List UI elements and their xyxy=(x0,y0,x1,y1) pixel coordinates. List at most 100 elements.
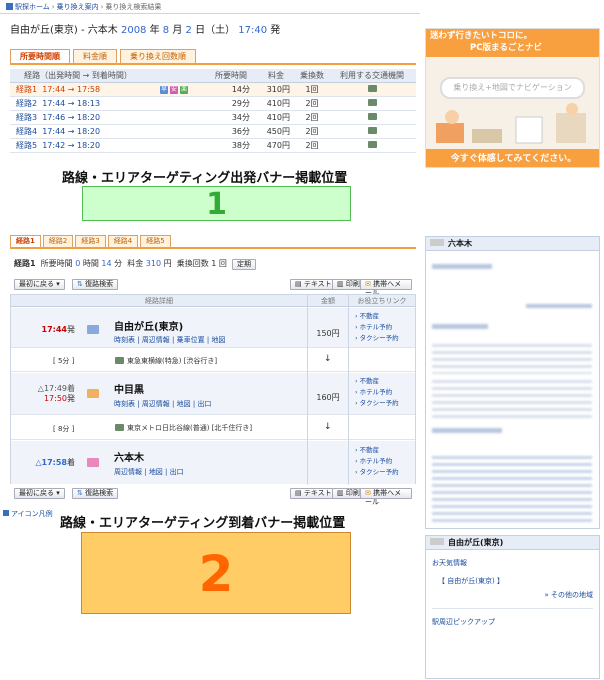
breadcrumb-current: 乗り換え検索結果 xyxy=(105,3,162,11)
tab-route-4[interactable]: 経路4 xyxy=(107,235,139,247)
station-icon xyxy=(430,239,444,246)
ad-bubble: 乗り換え+地図でナビゲーション xyxy=(440,77,585,99)
tab-route-1[interactable]: 経路1 xyxy=(10,235,41,247)
side-panel-origin: 自由が丘(東京) お天気情報 【 自由が丘(東京) 】 » その他の地域 駅周辺… xyxy=(425,535,600,679)
detail-header-fare: 金額 xyxy=(308,295,348,307)
weather-link[interactable]: 【 自由が丘(東京) 】 xyxy=(426,572,599,590)
segment-duration: [ 8分 ] xyxy=(53,425,75,433)
station-row: 17:44発 自由が丘(東京) 時刻表 | 周辺情報 | 乗車位置 | 地図 1… xyxy=(11,308,415,348)
route-tabs: 経路1 経路2 経路3 経路4 経路5 xyxy=(10,235,171,247)
route-badges: 早安楽 xyxy=(146,82,206,97)
station-icon xyxy=(87,389,99,398)
print-icon: ▥ xyxy=(337,489,344,497)
arrow-down-icon: ↓ xyxy=(324,422,332,432)
station-icon xyxy=(87,325,99,334)
station-links: 時刻表 | 周辺情報 | 地図 | 出口 xyxy=(114,400,212,408)
banner2-number: 2 xyxy=(198,545,234,603)
tab-sort-fare[interactable]: 料金順 xyxy=(73,49,117,63)
reverse-icon: ⇅ xyxy=(77,489,83,497)
route-detail: 経路詳細 金額 お役立ちリンク 17:44発 自由が丘(東京) 時刻表 | 周辺… xyxy=(10,294,416,485)
fare-value: 150円 xyxy=(316,329,340,338)
tab-route-2[interactable]: 経路2 xyxy=(42,235,74,247)
station-icon xyxy=(87,458,99,467)
teiki-button[interactable]: 定期 xyxy=(231,259,256,270)
tab-sort-transfers[interactable]: 乗り換え回数順 xyxy=(120,49,196,63)
train-icon xyxy=(367,112,377,120)
route-summary: 経路1 所要時間 0 時間 14 分 料金 310 円 乗換回数 1 回 定期 xyxy=(14,258,256,270)
mobile-mail-button[interactable]: ✉ 携帯へメール xyxy=(360,279,412,297)
segment-row: [ 8分 ] 東京メトロ日比谷線(普通) [北千住行き] ↓ xyxy=(11,416,415,440)
train-icon xyxy=(115,357,124,364)
route-summary-table: 経路（出発時間 → 到着時間） 所要時間 料金 乗換数 利用する交通機関 経路1… xyxy=(10,69,416,153)
breadcrumb-home[interactable]: 駅探ホーム xyxy=(15,3,50,11)
station-time: △17:58着 xyxy=(35,458,75,467)
breadcrumb-transit[interactable]: 乗り換え案内 xyxy=(57,3,99,11)
fare-value: 160円 xyxy=(316,393,340,402)
table-row[interactable]: 経路4 17:44 → 18:20 36分 450円 2回 xyxy=(10,124,416,139)
back-to-start-select[interactable]: 最初に戻る ▾ xyxy=(14,279,65,290)
weather-heading: お天気情報 xyxy=(432,559,467,567)
col-badges xyxy=(146,69,206,83)
train-icon xyxy=(367,98,377,106)
segment-duration: [ 5分 ] xyxy=(53,357,75,365)
col-transport: 利用する交通機関 xyxy=(328,69,416,83)
useful-links: › 不動産 › ホテル予約 › タクシー予約 xyxy=(355,312,399,342)
side-panel-destination: 六本木 xyxy=(425,236,600,529)
side-dest-title: 六本木 xyxy=(426,237,599,251)
mobile-mail-button[interactable]: ✉ 携帯へメール xyxy=(360,488,412,506)
station-name: 六本木 xyxy=(114,453,144,464)
text-icon: ▤ xyxy=(295,489,302,497)
col-transfers: 乗換数 xyxy=(296,69,328,83)
text-icon: ▤ xyxy=(295,280,302,288)
tab-route-3[interactable]: 経路3 xyxy=(75,235,106,247)
tab-route-5[interactable]: 経路5 xyxy=(140,235,171,247)
banner1-number: 1 xyxy=(206,187,227,222)
station-icon xyxy=(430,538,444,545)
departure-banner[interactable]: 1 xyxy=(82,186,351,222)
sort-tabs: 所要時間順 料金順 乗り換え回数順 xyxy=(10,49,196,63)
segment-line: 東京メトロ日比谷線(普通) [北千住行き] xyxy=(127,424,253,432)
col-duration: 所要時間 xyxy=(206,69,256,83)
detail-header-links: お役立ちリンク xyxy=(349,295,415,307)
arrival-banner[interactable]: 2 xyxy=(81,532,351,614)
pickup-heading: 駅周辺ピックアップ xyxy=(432,618,495,626)
train-icon xyxy=(367,140,377,148)
mail-icon: ✉ xyxy=(365,280,371,288)
station-links: 周辺情報 | 地図 | 出口 xyxy=(114,468,184,476)
navi-ad[interactable]: 迷わず行きたいトコロに。 PC版まるごとナビ 乗り換え+地図でナビゲーション 今す… xyxy=(425,28,600,168)
station-time: 17:50発 xyxy=(43,394,75,403)
col-fare: 料金 xyxy=(256,69,296,83)
table-row[interactable]: 経路1 17:44 → 17:58 早安楽 14分 310円 1回 xyxy=(10,82,416,97)
reverse-icon: ⇅ xyxy=(77,280,83,288)
route-title: 自由が丘(東京) - 六本木 2008 年 8 月 2 日（土） 17:40 発 xyxy=(10,25,281,36)
divider xyxy=(0,13,420,14)
side-blurred-content xyxy=(426,252,599,528)
side-origin-title: 自由が丘(東京) xyxy=(426,536,599,550)
reverse-search-button[interactable]: ⇅ 復路検索 xyxy=(72,488,119,499)
detail-header-route: 経路詳細 xyxy=(11,295,307,307)
arrow-down-icon: ↓ xyxy=(324,354,332,364)
tab-underline xyxy=(10,63,416,65)
text-button[interactable]: ▤ テキスト xyxy=(290,488,337,499)
segment-line: 東急東横線(特急) [渋谷行き] xyxy=(127,357,218,365)
reverse-search-button[interactable]: ⇅ 復路検索 xyxy=(72,279,119,290)
tab-sort-time[interactable]: 所要時間順 xyxy=(10,49,70,63)
station-name: 自由が丘(東京) xyxy=(114,322,184,333)
table-row[interactable]: 経路2 17:44 → 18:13 29分 410円 2回 xyxy=(10,96,416,111)
ad-footer: 今すぐ体感してみてください。 xyxy=(426,149,599,167)
cheap-badge: 安 xyxy=(170,86,178,94)
banner1-label: 路線・エリアターゲティング出発バナー掲載位置 xyxy=(62,171,348,186)
train-icon xyxy=(367,126,377,134)
other-area-link[interactable]: » その他の地域 xyxy=(426,590,599,604)
icon-legend-link[interactable]: アイコン凡例 xyxy=(3,509,53,519)
route-toolbar-top: 最初に戻る ▾ ⇅ 復路検索 ▤ テキスト ▥ 印刷 ✉ 携帯へメール xyxy=(14,279,412,297)
text-button[interactable]: ▤ テキスト xyxy=(290,279,337,290)
table-row[interactable]: 経路3 17:46 → 18:20 34分 410円 2回 xyxy=(10,110,416,125)
useful-links: › 不動産 › ホテル予約 › タクシー予約 xyxy=(355,446,399,476)
back-to-start-select[interactable]: 最初に戻る ▾ xyxy=(14,488,65,499)
station-name: 中目黒 xyxy=(114,385,144,396)
train-icon xyxy=(367,84,377,92)
table-row[interactable]: 経路5 17:42 → 18:20 38分 470円 2回 xyxy=(10,138,416,153)
segment-row: [ 5分 ] 東急東横線(特急) [渋谷行き] ↓ xyxy=(11,349,415,372)
tab-underline xyxy=(10,247,416,249)
